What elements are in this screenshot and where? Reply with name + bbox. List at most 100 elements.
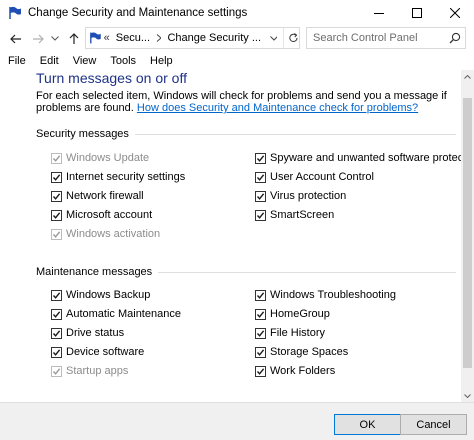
search-input[interactable]: Search Control Panel xyxy=(306,27,466,49)
checkbox-file-history[interactable]: File History xyxy=(255,326,325,340)
chevron-down-icon xyxy=(51,36,59,41)
checkbox-box[interactable] xyxy=(51,190,62,202)
checkbox-label: Network firewall xyxy=(66,190,144,202)
up-button[interactable] xyxy=(64,29,84,49)
checkbox-startup-apps: Startup apps xyxy=(51,364,128,378)
breadcrumb-security[interactable]: Secu... xyxy=(116,32,150,44)
checkmark-icon xyxy=(256,367,265,375)
cancel-button[interactable]: Cancel xyxy=(400,414,467,435)
maintenance-section-title: Maintenance messages xyxy=(36,266,153,278)
checkbox-label: Windows Troubleshooting xyxy=(270,289,396,301)
security-flag-icon xyxy=(90,32,101,44)
section-divider xyxy=(158,271,456,273)
checkbox-box xyxy=(51,152,62,164)
checkbox-label: SmartScreen xyxy=(270,209,335,221)
checkbox-drive-status[interactable]: Drive status xyxy=(51,326,124,340)
checkbox-spyware-and-unwanted-software-protection[interactable]: Spyware and unwanted software protection xyxy=(255,151,461,165)
checkmark-icon xyxy=(52,192,61,200)
checkbox-device-software[interactable]: Device software xyxy=(51,345,144,359)
checkbox-microsoft-account[interactable]: Microsoft account xyxy=(51,208,152,222)
maximize-button[interactable] xyxy=(398,0,436,25)
minimize-icon xyxy=(374,12,384,14)
menu-tools[interactable]: Tools xyxy=(103,55,143,67)
checkbox-windows-backup[interactable]: Windows Backup xyxy=(51,288,150,302)
menu-file[interactable]: File xyxy=(0,55,33,67)
checkbox-box[interactable] xyxy=(255,152,266,164)
checkbox-windows-update: Windows Update xyxy=(51,151,149,165)
checkbox-box[interactable] xyxy=(255,190,266,202)
checkmark-icon xyxy=(52,154,61,162)
checkbox-work-folders[interactable]: Work Folders xyxy=(255,364,335,378)
page-description: For each selected item, Windows will che… xyxy=(36,90,456,114)
checkbox-windows-troubleshooting[interactable]: Windows Troubleshooting xyxy=(255,288,396,302)
search-icon[interactable] xyxy=(445,32,465,44)
forward-button[interactable] xyxy=(28,29,48,49)
window-title: Change Security and Maintenance settings xyxy=(28,6,248,19)
checkbox-automatic-maintenance[interactable]: Automatic Maintenance xyxy=(51,307,181,321)
scroll-up-arrow[interactable] xyxy=(461,70,474,83)
checkbox-windows-activation: Windows activation xyxy=(51,227,160,241)
checkbox-box[interactable] xyxy=(51,171,62,183)
checkbox-box[interactable] xyxy=(51,327,62,339)
recent-locations-button[interactable] xyxy=(48,29,62,49)
security-flag-icon xyxy=(9,6,21,19)
checkbox-label: Automatic Maintenance xyxy=(66,308,181,320)
checkbox-box[interactable] xyxy=(255,209,266,221)
checkbox-box[interactable] xyxy=(255,171,266,183)
checkbox-box[interactable] xyxy=(255,327,266,339)
checkbox-label: Microsoft account xyxy=(66,209,153,221)
checkbox-virus-protection[interactable]: Virus protection xyxy=(255,189,346,203)
checkbox-box[interactable] xyxy=(255,346,266,358)
section-divider xyxy=(134,133,456,135)
chevron-down-icon xyxy=(464,393,471,398)
checkbox-box xyxy=(51,228,62,240)
address-field[interactable]: « Secu... Change Security ... xyxy=(85,27,300,49)
checkmark-icon xyxy=(256,291,265,299)
checkbox-smartscreen[interactable]: SmartScreen xyxy=(255,208,334,222)
breadcrumb-overflow[interactable]: « xyxy=(104,32,110,44)
menu-help[interactable]: Help xyxy=(143,55,180,67)
checkbox-storage-spaces[interactable]: Storage Spaces xyxy=(255,345,348,359)
menu-edit[interactable]: Edit xyxy=(33,55,66,67)
close-button[interactable] xyxy=(436,0,474,25)
checkbox-label: Device software xyxy=(66,346,145,358)
checkbox-box[interactable] xyxy=(51,209,62,221)
scrollbar-thumb[interactable] xyxy=(463,98,472,368)
checkbox-network-firewall[interactable]: Network firewall xyxy=(51,189,144,203)
forward-arrow-icon xyxy=(33,34,44,43)
breadcrumb-change-settings[interactable]: Change Security ... xyxy=(167,32,261,44)
chevron-down-icon[interactable] xyxy=(270,35,278,41)
checkbox-box[interactable] xyxy=(51,308,62,320)
menu-bar: File Edit View Tools Help xyxy=(0,52,474,70)
checkbox-label: Virus protection xyxy=(270,190,347,202)
checkbox-homegroup[interactable]: HomeGroup xyxy=(255,307,330,321)
checkbox-label: Startup apps xyxy=(66,365,129,377)
checkmark-icon xyxy=(52,173,61,181)
checkbox-label: File History xyxy=(270,327,326,339)
checkbox-box[interactable] xyxy=(51,346,62,358)
back-button[interactable] xyxy=(6,29,26,49)
checkbox-box[interactable] xyxy=(51,289,62,301)
checkbox-internet-security-settings[interactable]: Internet security settings xyxy=(51,170,185,184)
maintenance-section-header: Maintenance messages xyxy=(36,265,456,279)
up-arrow-icon xyxy=(69,32,79,44)
checkmark-icon xyxy=(256,192,265,200)
checkbox-box[interactable] xyxy=(255,308,266,320)
help-link[interactable]: How does Security and Maintenance check … xyxy=(137,102,418,114)
checkbox-label: User Account Control xyxy=(270,171,374,183)
vertical-scrollbar[interactable] xyxy=(461,70,474,402)
checkmark-icon xyxy=(52,329,61,337)
minimize-button[interactable] xyxy=(360,0,398,25)
checkbox-box[interactable] xyxy=(255,365,266,377)
dialog-footer: OK Cancel xyxy=(0,402,474,440)
checkmark-icon xyxy=(256,310,265,318)
security-section-title: Security messages xyxy=(36,128,129,140)
scroll-down-arrow[interactable] xyxy=(461,389,474,402)
checkbox-label: Windows Update xyxy=(66,152,150,164)
checkbox-box[interactable] xyxy=(255,289,266,301)
checkbox-user-account-control[interactable]: User Account Control xyxy=(255,170,374,184)
refresh-icon[interactable] xyxy=(288,32,299,44)
ok-button[interactable]: OK xyxy=(334,414,401,435)
menu-view[interactable]: View xyxy=(66,55,104,67)
checkmark-icon xyxy=(256,329,265,337)
